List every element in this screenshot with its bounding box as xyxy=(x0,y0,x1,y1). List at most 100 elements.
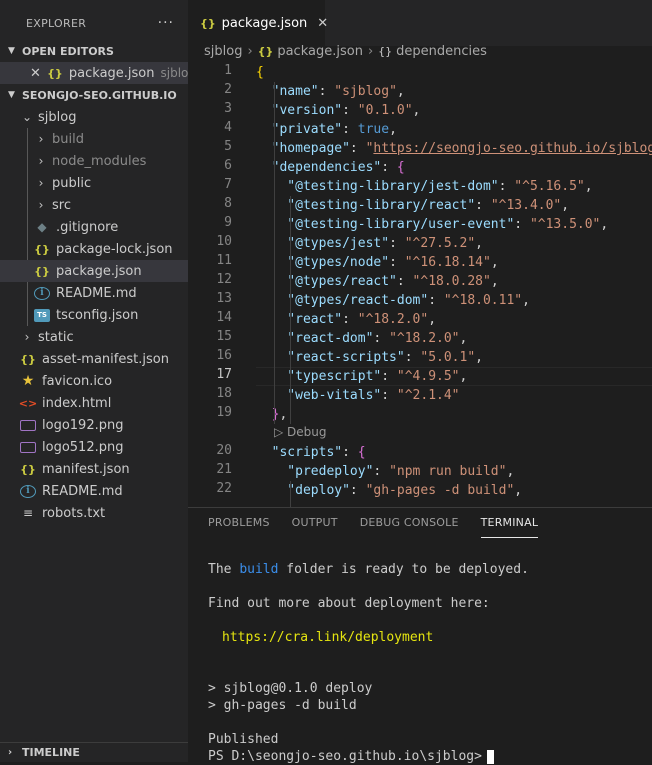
tree-item-label: favicon.ico xyxy=(42,373,113,389)
tree-item[interactable]: {} asset-manifest.json xyxy=(0,348,188,370)
tree-item[interactable]: {} package.json xyxy=(0,260,188,282)
tree-item[interactable]: TS tsconfig.json xyxy=(0,304,188,326)
tree-item[interactable]: ★ favicon.ico xyxy=(0,370,188,392)
object-symbol-icon: {} xyxy=(378,45,393,58)
tree-item-sjblog[interactable]: ⌄ sjblog xyxy=(0,106,188,128)
debug-code-lens[interactable]: ▷ Debug xyxy=(274,425,327,439)
tree-item-label: node_modules xyxy=(52,153,147,169)
line-number: 14 xyxy=(216,310,232,325)
terminal-line: > sjblog@0.1.0 deploy xyxy=(208,681,373,696)
tree-item-label: .gitignore xyxy=(56,219,119,235)
chevron-down-icon: ▼ xyxy=(8,46,15,56)
info-file-icon: i xyxy=(34,286,50,300)
tree-item-label: README.md xyxy=(42,483,123,499)
chevron-right-icon: › xyxy=(247,44,253,59)
terminal-link[interactable]: https://cra.link/deployment xyxy=(222,629,433,646)
timeline-section[interactable]: › TIMELINE xyxy=(0,742,188,762)
tree-item[interactable]: › src xyxy=(0,194,188,216)
line-number: 16 xyxy=(216,348,232,363)
json-file-icon: {} xyxy=(34,242,50,256)
tab-package-json[interactable]: {} package.json ✕ xyxy=(188,0,328,46)
tree-item-label: build xyxy=(52,131,84,147)
panel-tabs: PROBLEMS OUTPUT DEBUG CONSOLE TERMINAL xyxy=(208,508,560,538)
line-number: 12 xyxy=(216,272,232,287)
line-number: 21 xyxy=(216,462,232,477)
line-number: 11 xyxy=(216,253,232,268)
tree-item[interactable]: ◆ .gitignore xyxy=(0,216,188,238)
text-file-icon: ≡ xyxy=(22,506,34,520)
tree-item[interactable]: {} package-lock.json xyxy=(0,238,188,260)
tree-item-label: package-lock.json xyxy=(56,241,173,257)
tree-item-label: tsconfig.json xyxy=(56,307,139,323)
breadcrumb-folder[interactable]: sjblog xyxy=(204,44,242,59)
panel-tab-problems[interactable]: PROBLEMS xyxy=(208,508,270,538)
breadcrumb-file[interactable]: package.json xyxy=(277,44,363,59)
tree-item-label: asset-manifest.json xyxy=(42,351,169,367)
tab-label: package.json xyxy=(221,15,308,31)
terminal-prompt: PS D:\seongjo-seo.github.io\sjblog> xyxy=(208,748,494,765)
terminal-output[interactable]: The build folder is ready to be deployed… xyxy=(208,556,529,764)
line-number: 1 xyxy=(224,63,232,78)
indent-guide xyxy=(290,481,291,507)
json-file-icon: {} xyxy=(34,264,50,278)
open-editor-description: sjblog xyxy=(160,66,189,80)
chevron-down-icon: ▼ xyxy=(8,90,15,100)
code-line: "@types/node": "^16.18.14", xyxy=(256,255,499,270)
code-line: "react": "^18.2.0", xyxy=(256,312,437,327)
json-file-icon: {} xyxy=(200,16,216,30)
line-number: 13 xyxy=(216,291,232,306)
terminal-cursor xyxy=(486,749,494,764)
code-line: "react-dom": "^18.2.0", xyxy=(256,331,468,346)
line-number: 22 xyxy=(216,481,232,496)
tree-item[interactable]: i README.md xyxy=(0,282,188,304)
explorer-sidebar: EXPLORER ··· ▼ OPEN EDITORS ✕ {} package… xyxy=(0,0,188,762)
panel-tab-terminal[interactable]: TERMINAL xyxy=(480,508,539,538)
tree-item-label: static xyxy=(38,329,74,345)
tree-item[interactable]: logo192.png xyxy=(0,414,188,436)
tree-item[interactable]: › public xyxy=(0,172,188,194)
star-icon: ★ xyxy=(21,373,35,389)
tree-item-label: src xyxy=(52,197,71,213)
explorer-title: EXPLORER xyxy=(26,16,87,30)
editor-group: {} package.json ✕ sjblog ›{} package.json ›… xyxy=(188,0,652,507)
close-icon[interactable]: ✕ xyxy=(317,16,328,31)
tree-item[interactable]: logo512.png xyxy=(0,436,188,458)
line-number: 20 xyxy=(216,443,232,458)
code-line: "@testing-library/react": "^13.4.0", xyxy=(256,198,570,213)
tree-item[interactable]: ≡ robots.txt xyxy=(0,502,188,524)
tree-item[interactable]: {} manifest.json xyxy=(0,458,188,480)
chevron-right-icon: › xyxy=(8,747,13,758)
tree-item[interactable]: › static xyxy=(0,326,188,348)
workspace-header: SEONGJO-SEO.GITHUB.IO xyxy=(22,88,177,102)
json-file-icon: {} xyxy=(20,462,36,476)
line-number: 19 xyxy=(216,405,232,420)
open-editor-label: package.json xyxy=(68,65,155,81)
code-line: "web-vitals": "^2.1.4" xyxy=(256,388,460,403)
code-line: }, xyxy=(256,407,288,422)
open-editors-section[interactable]: ▼ OPEN EDITORS xyxy=(0,40,188,62)
code-line: "predeploy": "npm run build", xyxy=(256,464,515,479)
tree-item[interactable]: i README.md xyxy=(0,480,188,502)
line-number: 10 xyxy=(216,234,232,249)
chevron-right-icon: › xyxy=(38,198,44,212)
workspace-section[interactable]: ▼ SEONGJO-SEO.GITHUB.IO xyxy=(0,84,188,106)
code-line: "dependencies": { xyxy=(256,160,405,175)
line-number: 18 xyxy=(216,386,232,401)
info-file-icon: i xyxy=(20,484,36,498)
tree-item[interactable]: › node_modules xyxy=(0,150,188,172)
code-line: "@types/react": "^18.0.28", xyxy=(256,274,499,289)
bottom-panel: PROBLEMS OUTPUT DEBUG CONSOLE TERMINAL The … xyxy=(188,507,652,764)
panel-tab-debug-console[interactable]: DEBUG CONSOLE xyxy=(360,508,459,538)
more-actions-icon[interactable]: ··· xyxy=(158,15,174,31)
breadcrumb-symbol[interactable]: dependencies xyxy=(396,44,487,59)
tree-item[interactable]: › build xyxy=(0,128,188,150)
close-icon[interactable]: ✕ xyxy=(30,66,41,81)
line-number: 5 xyxy=(224,139,232,154)
tree-item[interactable]: <> index.html xyxy=(0,392,188,414)
panel-tab-output[interactable]: OUTPUT xyxy=(292,508,338,538)
code-line: "name": "sjblog", xyxy=(256,84,405,99)
line-number: 6 xyxy=(224,158,232,173)
open-editor-item[interactable]: ✕ {} package.json sjblog xyxy=(0,62,188,84)
code-line: { xyxy=(256,65,264,80)
tree-item-label: manifest.json xyxy=(42,461,130,477)
